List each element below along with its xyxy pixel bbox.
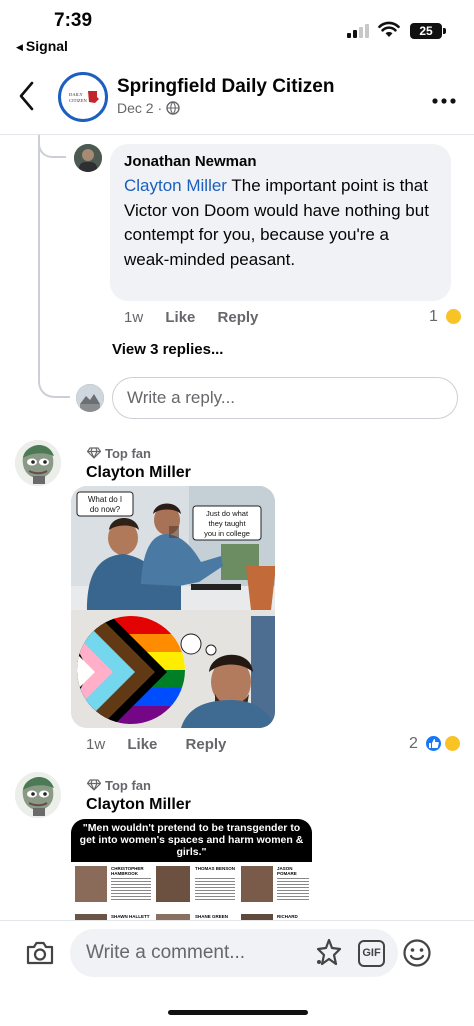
meme-mugshot-grid: CHRISTOPHER HAMBROOK THOMAS BENSON JASON… [71, 862, 312, 921]
top-fan-badge: Top fan [87, 446, 151, 461]
meme-image[interactable]: What do I do now? Just do what they taug… [71, 486, 275, 728]
mugshot-caption [277, 876, 309, 902]
thumbs-up-icon [429, 739, 439, 748]
svg-text:What do I: What do I [88, 495, 122, 504]
page-name[interactable]: Springfield Daily Citizen [117, 76, 334, 98]
diamond-icon [87, 447, 101, 459]
status-time: 7:39 [54, 10, 93, 31]
profile-photo [76, 384, 104, 412]
reply-author[interactable]: Jonathan Newman [124, 153, 437, 170]
meme-illustration: What do I do now? Just do what they taug… [71, 486, 275, 728]
home-indicator [168, 1010, 308, 1015]
post-meta: Dec 2 · [117, 100, 180, 116]
profile-photo [15, 440, 61, 486]
mugshot-caption [195, 876, 235, 902]
gif-button[interactable]: GIF [358, 940, 385, 967]
mugshot-name: RICHARD RODRIGUEZ [277, 914, 304, 921]
top-fan-badge: Top fan [87, 778, 151, 793]
comment-age[interactable]: 1w [86, 736, 105, 753]
mugshot [241, 866, 273, 902]
svg-text:CITIZEN: CITIZEN [69, 98, 88, 103]
battery-indicator: 25 [410, 23, 442, 39]
svg-text:they taught: they taught [208, 519, 246, 528]
cellular-signal-icon [347, 24, 369, 38]
reply-actions: 1w Like Reply [124, 309, 276, 326]
mugshot-name: JASON POMARE [277, 866, 297, 876]
reply-age[interactable]: 1w [124, 309, 143, 326]
camera-icon[interactable] [25, 940, 55, 966]
svg-text:DAILY: DAILY [69, 92, 84, 97]
page-avatar[interactable]: DAILY CITIZEN [58, 72, 108, 122]
reaction-count[interactable]: 2 [409, 735, 418, 753]
haha-reaction-icon [444, 307, 463, 326]
reply-bubble[interactable]: Jonathan Newman Clayton Miller The impor… [110, 144, 451, 301]
more-horizontal-icon [432, 98, 456, 104]
sticker-icon[interactable] [313, 938, 345, 968]
view-replies-link[interactable]: View 3 replies... [112, 341, 223, 358]
globe-icon [166, 101, 180, 115]
comment-actions: 1w Like Reply [86, 736, 244, 753]
reply-text: Clayton Miller The important point is th… [124, 174, 437, 272]
profile-photo [74, 144, 102, 172]
mugshot-name: CHRISTOPHER HAMBROOK [111, 866, 144, 876]
reply-input[interactable]: Write a reply... [112, 377, 458, 419]
thread-line-vertical [38, 135, 40, 380]
meme-image[interactable]: "Men wouldn't pretend to be transgender … [71, 819, 312, 921]
comment-author[interactable]: Clayton Miller [86, 796, 191, 814]
reaction-count[interactable]: 1 [429, 308, 438, 326]
post-date: Dec 2 [117, 100, 154, 116]
reply-button[interactable]: Reply [186, 736, 227, 753]
thread-line-branch [38, 372, 70, 398]
avatar[interactable] [15, 772, 61, 818]
avatar[interactable] [74, 144, 102, 172]
mention-link[interactable]: Clayton Miller [124, 176, 227, 195]
svg-text:you in college: you in college [204, 529, 250, 538]
wifi-icon [378, 21, 400, 37]
battery-tip [443, 28, 446, 34]
profile-photo [15, 772, 61, 818]
like-button[interactable]: Like [127, 736, 157, 753]
mugshot [156, 866, 190, 902]
mugshot-name: SHAWN HALLETT [111, 914, 150, 919]
newspaper-logo-icon: DAILY CITIZEN [67, 90, 99, 104]
comment-author[interactable]: Clayton Miller [86, 464, 191, 482]
header-divider [0, 134, 474, 135]
top-fan-label: Top fan [105, 778, 151, 793]
avatar [76, 384, 104, 412]
haha-reaction-icon [443, 734, 462, 753]
svg-text:Just do what: Just do what [206, 509, 249, 518]
diamond-icon [87, 779, 101, 791]
back-app-label: Signal [25, 38, 68, 54]
mugshot [75, 866, 107, 902]
svg-text:do now?: do now? [90, 505, 121, 514]
chevron-left-icon[interactable] [16, 80, 38, 112]
emoji-icon[interactable] [402, 938, 432, 968]
like-button[interactable]: Like [165, 309, 195, 326]
top-fan-label: Top fan [105, 446, 151, 461]
reply-button[interactable]: Reply [218, 309, 259, 326]
like-reaction-icon [424, 734, 443, 753]
thread-line-branch [38, 140, 66, 158]
back-triangle-icon: ◀ [16, 42, 23, 52]
back-to-app-link[interactable]: ◀ Signal [16, 38, 68, 54]
avatar[interactable] [15, 440, 61, 486]
mugshot-caption [111, 876, 151, 902]
mugshot-name: THOMAS BENSON [195, 866, 236, 871]
more-options-button[interactable] [432, 94, 456, 104]
meme-headline: "Men wouldn't pretend to be transgender … [71, 819, 312, 862]
comment-input[interactable]: Write a comment... [70, 929, 398, 977]
mugshot-name: SHANE GREEN [195, 914, 229, 919]
